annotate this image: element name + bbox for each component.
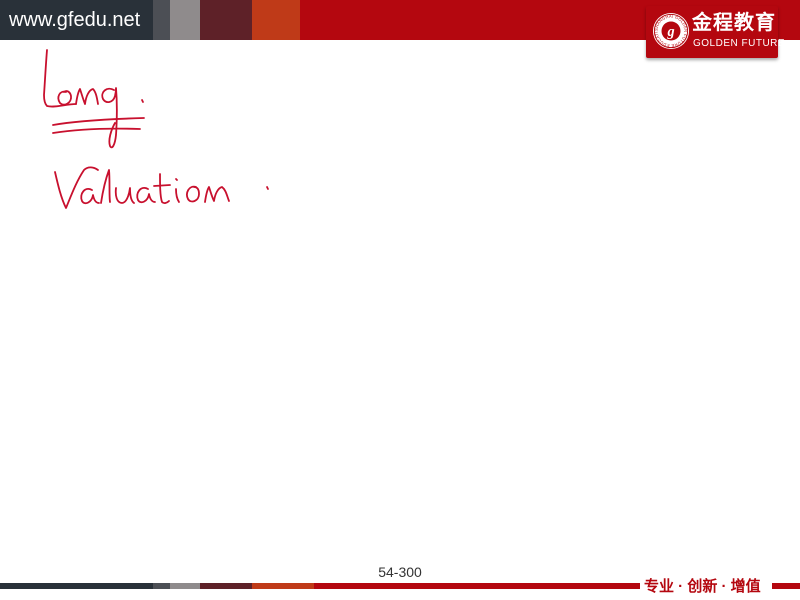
- footer-band: 专业 · 创新 · 增值: [0, 577, 800, 600]
- handwritten-valuation-n: [204, 186, 230, 203]
- handwritten-valuation-i: [175, 178, 180, 203]
- footer-stripe-gray-dark: [153, 583, 170, 589]
- handwritten-valuation-u: [114, 187, 135, 204]
- footer-stripe-red: [314, 583, 640, 589]
- handwritten-long-l: [43, 49, 77, 108]
- footer-stripes: [0, 583, 640, 589]
- handwritten-valuation-a2: [136, 187, 156, 204]
- header-url-panel: www.gfedu.net: [0, 0, 153, 40]
- handwritten-valuation-v: [54, 166, 99, 209]
- brand-name-cn: 金程教育: [692, 12, 776, 34]
- handwritten-valuation-a1: [80, 188, 100, 205]
- handwritten-long-o: [57, 90, 72, 106]
- handwriting-layer: [43, 49, 269, 209]
- brand-logo: SHANGHAI GOLDEN FUTURE EDUCATION · 1995 …: [646, 6, 785, 58]
- header-stripe-gray-dark: [153, 0, 170, 40]
- handwritten-valuation-dot: [266, 186, 269, 190]
- site-url[interactable]: www.gfedu.net: [9, 8, 140, 32]
- header-stripe-orange: [252, 0, 300, 40]
- handwritten-long-g: [101, 87, 118, 149]
- brand-name-en: GOLDEN FUTURE: [693, 38, 786, 49]
- footer-slogan: 专业 · 创新 · 增值: [644, 578, 761, 595]
- header-stripe-maroon: [200, 0, 252, 40]
- footer-stripe-slate: [0, 583, 153, 589]
- handwritten-long-n: [75, 88, 99, 105]
- handwritten-underline-2: [52, 127, 141, 134]
- footer-slogan-rule: [772, 583, 800, 589]
- handwritten-valuation-l: [100, 169, 111, 204]
- handwritten-valuation-t: [153, 173, 171, 204]
- handwritten-valuation-o: [186, 185, 200, 203]
- seal-letter: g: [666, 24, 674, 40]
- handwritten-long-dot: [141, 99, 144, 103]
- footer-stripe-maroon: [200, 583, 252, 589]
- footer-stripe-orange: [252, 583, 314, 589]
- header-stripe-gray-light: [170, 0, 200, 40]
- gf-seal-logo-icon: SHANGHAI GOLDEN FUTURE EDUCATION · 1995 …: [652, 12, 690, 50]
- footer-stripe-gray-light: [170, 583, 200, 589]
- handwritten-underline-1: [52, 117, 145, 126]
